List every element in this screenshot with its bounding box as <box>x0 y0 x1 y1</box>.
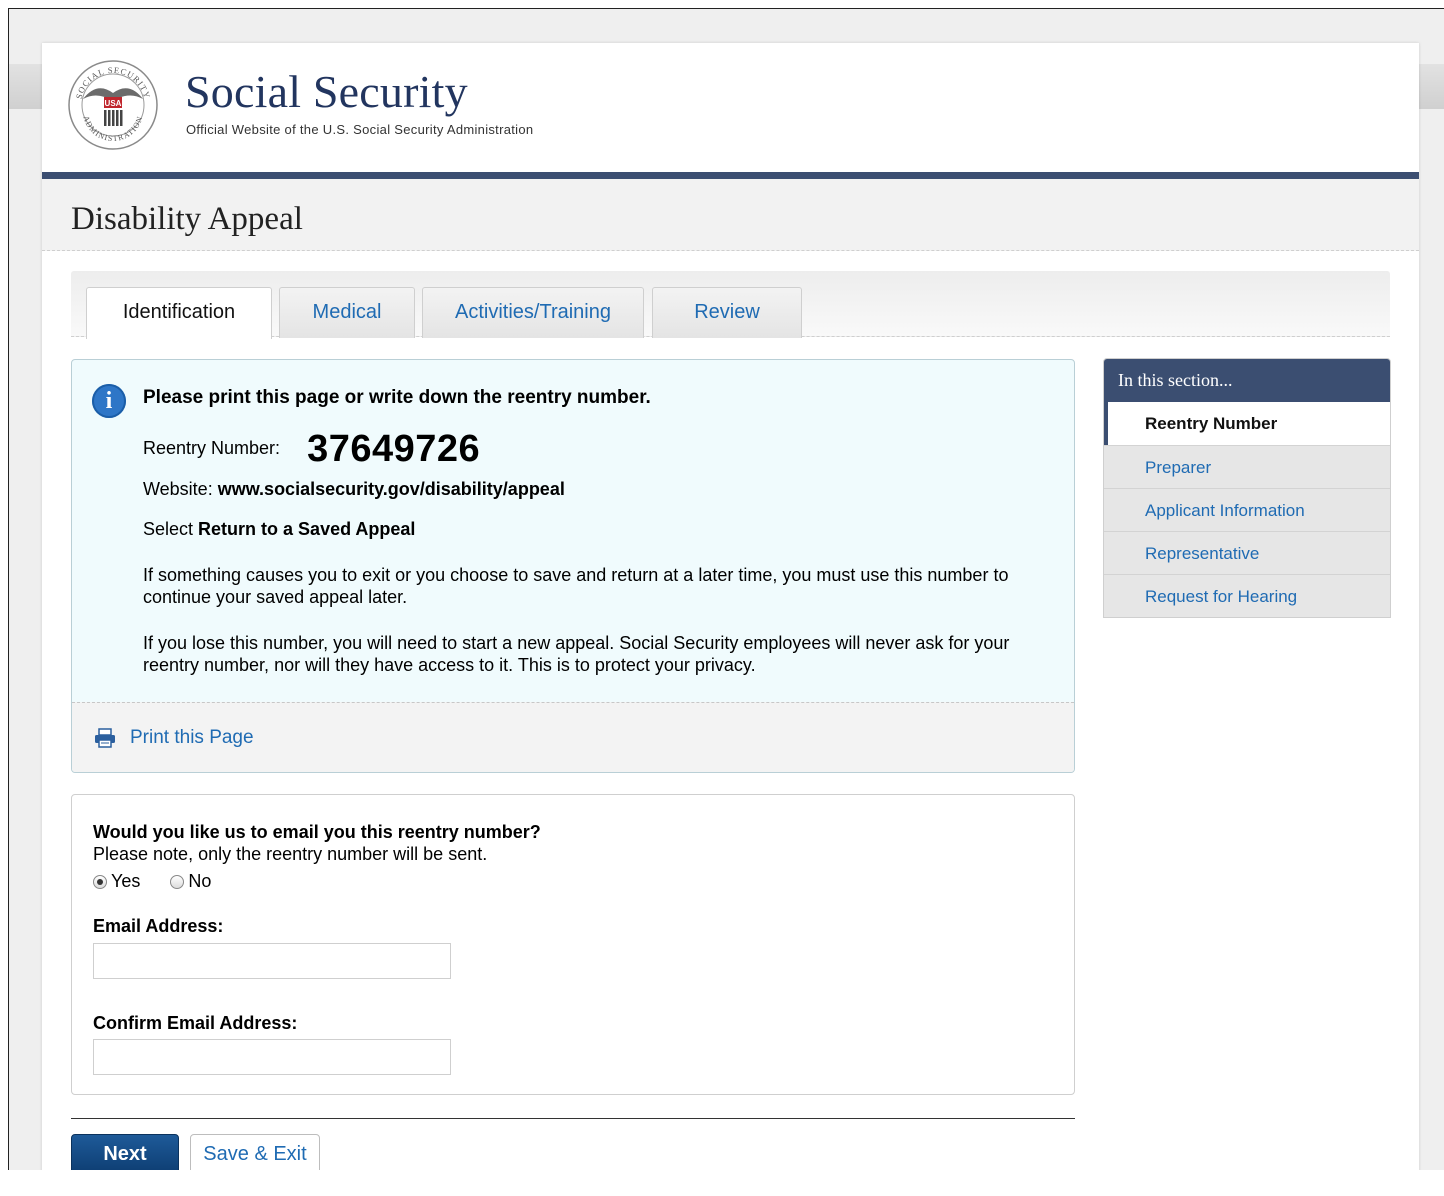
radio-yes-label[interactable]: Yes <box>111 871 140 892</box>
save-exit-button[interactable]: Save & Exit <box>190 1134 320 1170</box>
site-header: USA SOCIAL SECURITY ADMINISTRATION Socia <box>42 43 1419 171</box>
email-reentry-panel: Would you like us to email you this reen… <box>71 794 1075 1095</box>
next-button[interactable]: Next <box>71 1134 179 1170</box>
reentry-number-label: Reentry Number: <box>143 438 281 458</box>
email-note: Please note, only the reentry number wil… <box>93 844 488 864</box>
page-title: Disability Appeal <box>71 201 303 237</box>
sidebar-item-reentry-number[interactable]: Reentry Number <box>1104 402 1390 445</box>
section-sidebar: In this section... Reentry Number Prepar… <box>1103 358 1391 618</box>
save-return-paragraph: If something causes you to exit or you c… <box>143 565 1009 607</box>
privacy-paragraph: If you lose this number, you will need t… <box>143 633 1010 675</box>
sidebar-heading: In this section... <box>1104 359 1390 402</box>
email-choice-group: Yes No <box>93 871 211 892</box>
info-heading: Please print this page or write down the… <box>143 387 651 408</box>
printer-icon <box>95 728 115 748</box>
select-line: Select Return to a Saved Appeal <box>143 519 415 540</box>
email-question: Would you like us to email you this reen… <box>93 822 541 842</box>
tab-review[interactable]: Review <box>652 287 802 338</box>
website-line: Website: www.socialsecurity.gov/disabili… <box>143 479 565 500</box>
reentry-info-panel: i Please print this page or write down t… <box>71 359 1075 773</box>
sidebar-item-representative[interactable]: Representative <box>1104 531 1390 574</box>
radio-no[interactable] <box>170 874 185 889</box>
svg-text:USA: USA <box>105 99 122 108</box>
sidebar-item-request-for-hearing[interactable]: Request for Hearing <box>1104 574 1390 617</box>
print-page-label[interactable]: Print this Page <box>130 727 254 749</box>
brand-title[interactable]: Social Security <box>185 69 468 115</box>
email-address-label: Email Address: <box>93 916 224 936</box>
email-address-input[interactable] <box>93 943 451 979</box>
info-icon: i <box>92 384 126 418</box>
website-label: Website: <box>143 479 213 499</box>
tab-activities-training[interactable]: Activities/Training <box>422 287 644 338</box>
sidebar-item-preparer[interactable]: Preparer <box>1104 445 1390 488</box>
sidebar-item-applicant-information[interactable]: Applicant Information <box>1104 488 1390 531</box>
select-label: Select <box>143 519 194 539</box>
confirm-email-label: Confirm Email Address: <box>93 1013 298 1033</box>
website-url: www.socialsecurity.gov/disability/appeal <box>217 479 565 499</box>
confirm-email-input[interactable] <box>93 1039 451 1075</box>
ssa-seal-logo[interactable]: USA SOCIAL SECURITY ADMINISTRATION <box>67 59 159 151</box>
form-divider <box>71 1118 1075 1119</box>
tab-strip: Identification Medical Activities/Traini… <box>71 271 1390 339</box>
page-container: USA SOCIAL SECURITY ADMINISTRATION Socia <box>42 43 1419 1170</box>
tab-identification[interactable]: Identification <box>86 287 272 339</box>
header-divider <box>42 172 1419 179</box>
browser-viewport: USA SOCIAL SECURITY ADMINISTRATION Socia <box>8 8 1444 1170</box>
radio-yes[interactable] <box>93 874 107 889</box>
tab-medical[interactable]: Medical <box>279 287 415 338</box>
reentry-number-value: 37649726 <box>307 428 481 470</box>
page-title-bar: Disability Appeal <box>42 179 1419 251</box>
radio-no-label[interactable]: No <box>188 871 211 892</box>
select-value: Return to a Saved Appeal <box>198 519 416 539</box>
info-footer: Print this Page <box>72 702 1074 772</box>
brand-subtitle: Official Website of the U.S. Social Secu… <box>186 122 534 137</box>
print-page-link[interactable]: Print this Page <box>94 727 254 749</box>
reentry-number-row: Reentry Number: 37649726 <box>143 428 480 471</box>
